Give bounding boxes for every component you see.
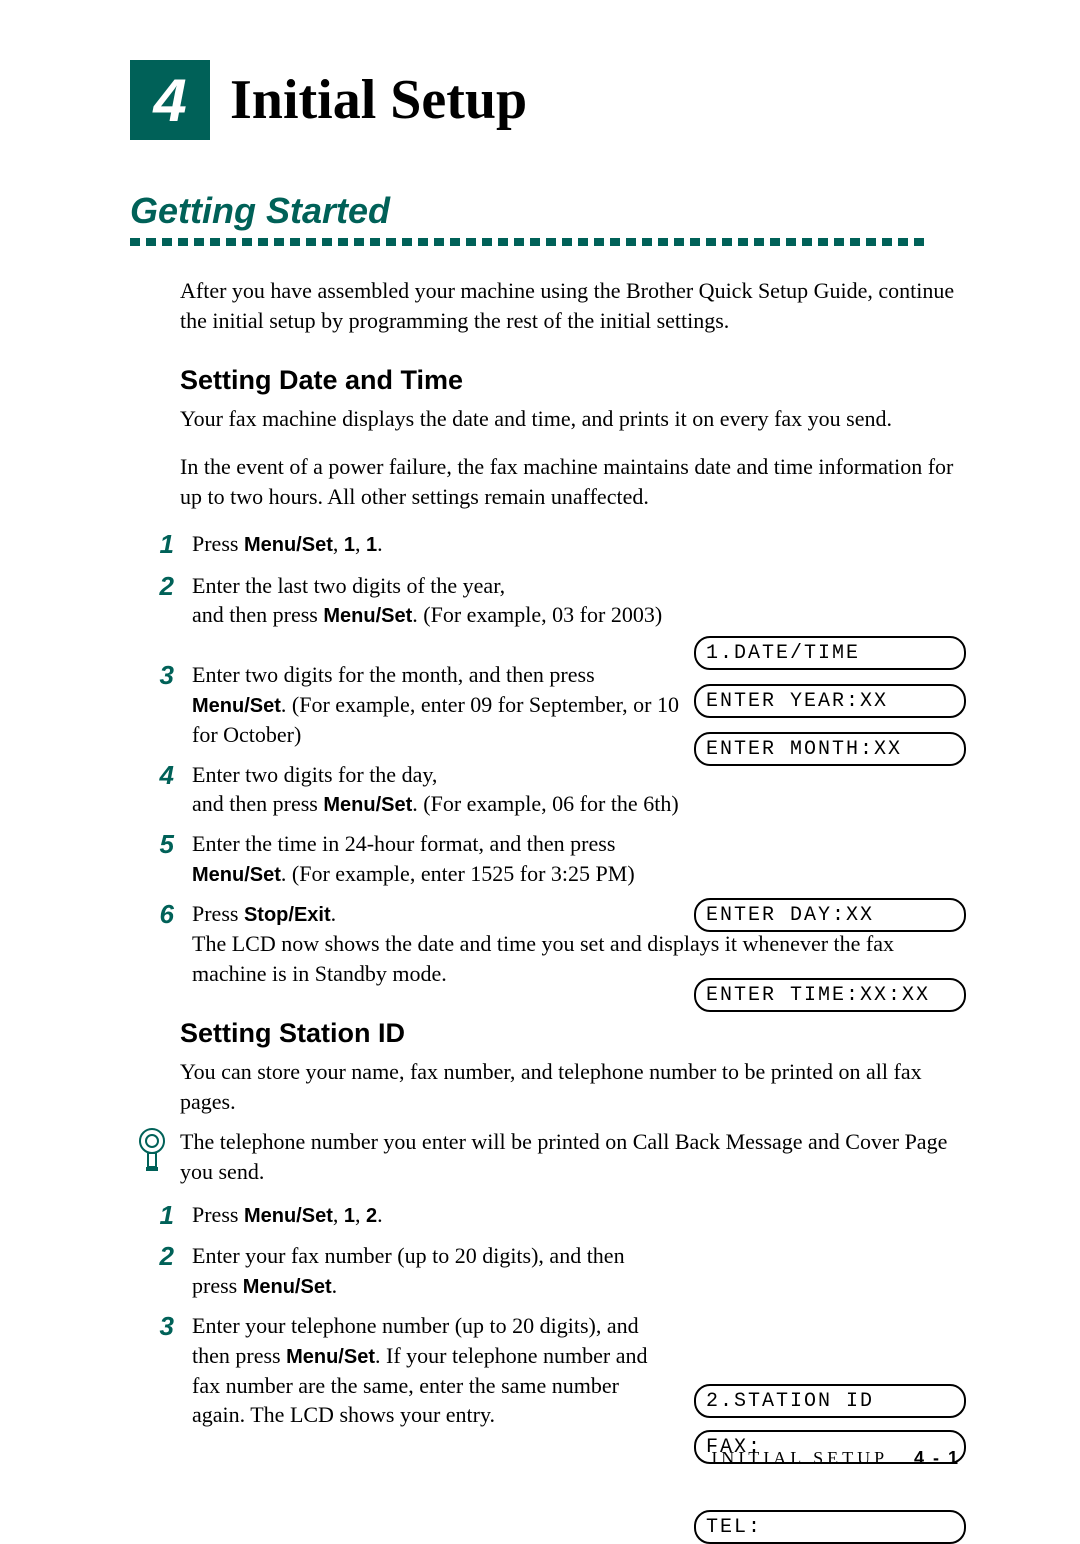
sub-heading-station-id: Setting Station ID xyxy=(180,1018,960,1049)
step-text: Enter the time in 24-hour format, and th… xyxy=(192,829,692,889)
step-text: Enter two digits for the day, and then p… xyxy=(192,760,692,820)
note: The telephone number you enter will be p… xyxy=(134,1127,960,1186)
paragraph: In the event of a power failure, the fax… xyxy=(180,452,960,511)
step-text: Enter your fax number (up to 20 digits),… xyxy=(192,1241,652,1301)
step-number: 2 xyxy=(150,571,174,602)
step-number: 6 xyxy=(150,899,174,930)
step-text: Enter your telephone number (up to 20 di… xyxy=(192,1311,652,1430)
page-footer: INITIAL SETUP 4 - 1 xyxy=(711,1448,960,1469)
step-number: 5 xyxy=(150,829,174,860)
chapter-title: Initial Setup xyxy=(230,68,527,132)
section-intro: After you have assembled your machine us… xyxy=(180,276,960,335)
section-title: Getting Started xyxy=(130,190,960,232)
step-number: 4 xyxy=(150,760,174,791)
lcd-display: ENTER DAY:XX xyxy=(694,898,966,932)
step-text: Enter two digits for the month, and then… xyxy=(192,660,692,749)
lcd-display: ENTER TIME:XX:XX xyxy=(694,978,966,1012)
manual-page: 4 Initial Setup Getting Started After yo… xyxy=(0,0,1080,1529)
step-number: 2 xyxy=(150,1241,174,1272)
lcd-display: ENTER YEAR:XX xyxy=(694,684,966,718)
step: 2 Enter the last two digits of the year,… xyxy=(150,571,960,631)
step-text: Press Menu/Set, 1, 1. xyxy=(192,529,960,559)
note-icon xyxy=(134,1127,170,1177)
step: 2 Enter your fax number (up to 20 digits… xyxy=(150,1241,960,1301)
step-text: Enter the last two digits of the year, a… xyxy=(192,571,692,631)
chapter-number: 4 xyxy=(153,66,186,135)
lcd-display: 2.STATION ID xyxy=(694,1384,966,1418)
step: 5 Enter the time in 24-hour format, and … xyxy=(150,829,960,889)
note-text: The telephone number you enter will be p… xyxy=(180,1127,960,1186)
chapter-number-badge: 4 xyxy=(130,60,210,140)
step: 1 Press Menu/Set, 1, 1. xyxy=(150,529,960,560)
lcd-display: ENTER MONTH:XX xyxy=(694,732,966,766)
sub-heading-date-time: Setting Date and Time xyxy=(180,365,960,396)
footer-label: INITIAL SETUP xyxy=(711,1448,887,1468)
chapter-header: 4 Initial Setup xyxy=(130,60,960,140)
step-number: 1 xyxy=(150,529,174,560)
paragraph: You can store your name, fax number, and… xyxy=(180,1057,960,1116)
step-number: 1 xyxy=(150,1200,174,1231)
step-text: Press Menu/Set, 1, 2. xyxy=(192,1200,960,1230)
section-divider xyxy=(130,238,960,246)
footer-page-number: 4 - 1 xyxy=(914,1448,960,1468)
step-number: 3 xyxy=(150,1311,174,1342)
step: 4 Enter two digits for the day, and then… xyxy=(150,760,960,820)
lcd-display: TEL: xyxy=(694,1510,966,1544)
lcd-display: 1.DATE/TIME xyxy=(694,636,966,670)
step: 1 Press Menu/Set, 1, 2. xyxy=(150,1200,960,1231)
paragraph: Your fax machine displays the date and t… xyxy=(180,404,960,434)
step-number: 3 xyxy=(150,660,174,691)
